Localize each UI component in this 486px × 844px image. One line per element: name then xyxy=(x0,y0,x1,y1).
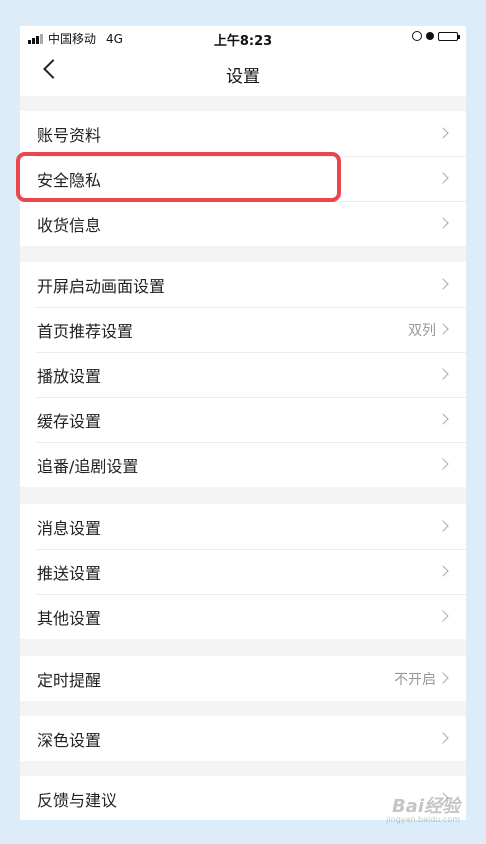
settings-item-shipping-info[interactable]: 收货信息 xyxy=(20,201,466,246)
settings-item-push[interactable]: 推送设置 xyxy=(20,549,466,594)
settings-group-reminder: 定时提醒 不开启 xyxy=(20,656,466,701)
chevron-right-icon xyxy=(437,172,449,184)
settings-item-dark-mode[interactable]: 深色设置 xyxy=(20,716,466,761)
settings-item-follow[interactable]: 追番/追剧设置 xyxy=(20,442,466,487)
settings-item-label: 收货信息 xyxy=(37,216,102,235)
settings-item-label: 缓存设置 xyxy=(37,412,102,431)
settings-item-label: 首页推荐设置 xyxy=(37,322,134,341)
status-right xyxy=(412,31,460,41)
settings-item-splash-screen[interactable]: 开屏启动画面设置 xyxy=(20,262,466,307)
phone-screen: 中国移动 4G 上午8:23 设置 账号资料 安全隐私 收货信息 开屏启动画面设… xyxy=(20,26,466,820)
alarm-icon xyxy=(426,32,434,40)
settings-item-label: 反馈与建议 xyxy=(37,791,118,810)
settings-item-label: 追番/追剧设置 xyxy=(37,457,139,476)
chevron-right-icon xyxy=(437,127,449,139)
settings-item-value: 双列 xyxy=(408,323,436,339)
settings-group-theme: 深色设置 xyxy=(20,716,466,761)
watermark-url: jingyan.baidu.com xyxy=(386,815,460,824)
chevron-right-icon xyxy=(437,323,449,335)
page-title: 设置 xyxy=(226,67,260,87)
nav-bar: 设置 xyxy=(20,50,466,96)
settings-item-other[interactable]: 其他设置 xyxy=(20,594,466,639)
chevron-right-icon xyxy=(437,458,449,470)
settings-group-account: 账号资料 安全隐私 收货信息 xyxy=(20,111,466,246)
settings-item-security-privacy[interactable]: 安全隐私 xyxy=(20,156,466,201)
settings-item-label: 定时提醒 xyxy=(37,671,102,690)
status-time: 上午8:23 xyxy=(213,34,273,49)
chevron-right-icon xyxy=(437,217,449,229)
settings-item-playback[interactable]: 播放设置 xyxy=(20,352,466,397)
settings-item-label: 其他设置 xyxy=(37,609,102,628)
settings-item-label: 推送设置 xyxy=(37,564,102,583)
chevron-right-icon xyxy=(437,672,449,684)
settings-item-label: 安全隐私 xyxy=(37,171,102,190)
settings-item-label: 账号资料 xyxy=(37,126,102,145)
settings-item-label: 开屏启动画面设置 xyxy=(37,277,166,296)
watermark-text: Bai经验 xyxy=(391,796,460,817)
settings-group-display: 开屏启动画面设置 首页推荐设置 双列 播放设置 缓存设置 追番/追剧设置 xyxy=(20,262,466,487)
settings-item-home-recommend[interactable]: 首页推荐设置 双列 xyxy=(20,307,466,352)
settings-item-timed-reminder[interactable]: 定时提醒 不开启 xyxy=(20,656,466,701)
settings-item-cache[interactable]: 缓存设置 xyxy=(20,397,466,442)
settings-item-messages[interactable]: 消息设置 xyxy=(20,504,466,549)
settings-group-notifications: 消息设置 推送设置 其他设置 xyxy=(20,504,466,639)
chevron-right-icon xyxy=(437,413,449,425)
settings-item-label: 消息设置 xyxy=(37,519,102,538)
chevron-right-icon xyxy=(437,278,449,290)
rotation-lock-icon xyxy=(412,31,422,41)
battery-icon xyxy=(438,31,460,41)
settings-item-label: 深色设置 xyxy=(37,731,102,750)
chevron-right-icon xyxy=(437,520,449,532)
settings-item-account[interactable]: 账号资料 xyxy=(20,111,466,156)
chevron-right-icon xyxy=(437,368,449,380)
settings-item-label: 播放设置 xyxy=(37,367,102,386)
chevron-right-icon xyxy=(437,565,449,577)
chevron-right-icon xyxy=(437,610,449,622)
watermark-logo: Bai经验 jingyan.baidu.com xyxy=(386,798,460,824)
settings-item-value: 不开启 xyxy=(394,672,436,688)
chevron-right-icon xyxy=(437,732,449,744)
status-bar: 中国移动 4G 上午8:23 xyxy=(20,26,466,50)
